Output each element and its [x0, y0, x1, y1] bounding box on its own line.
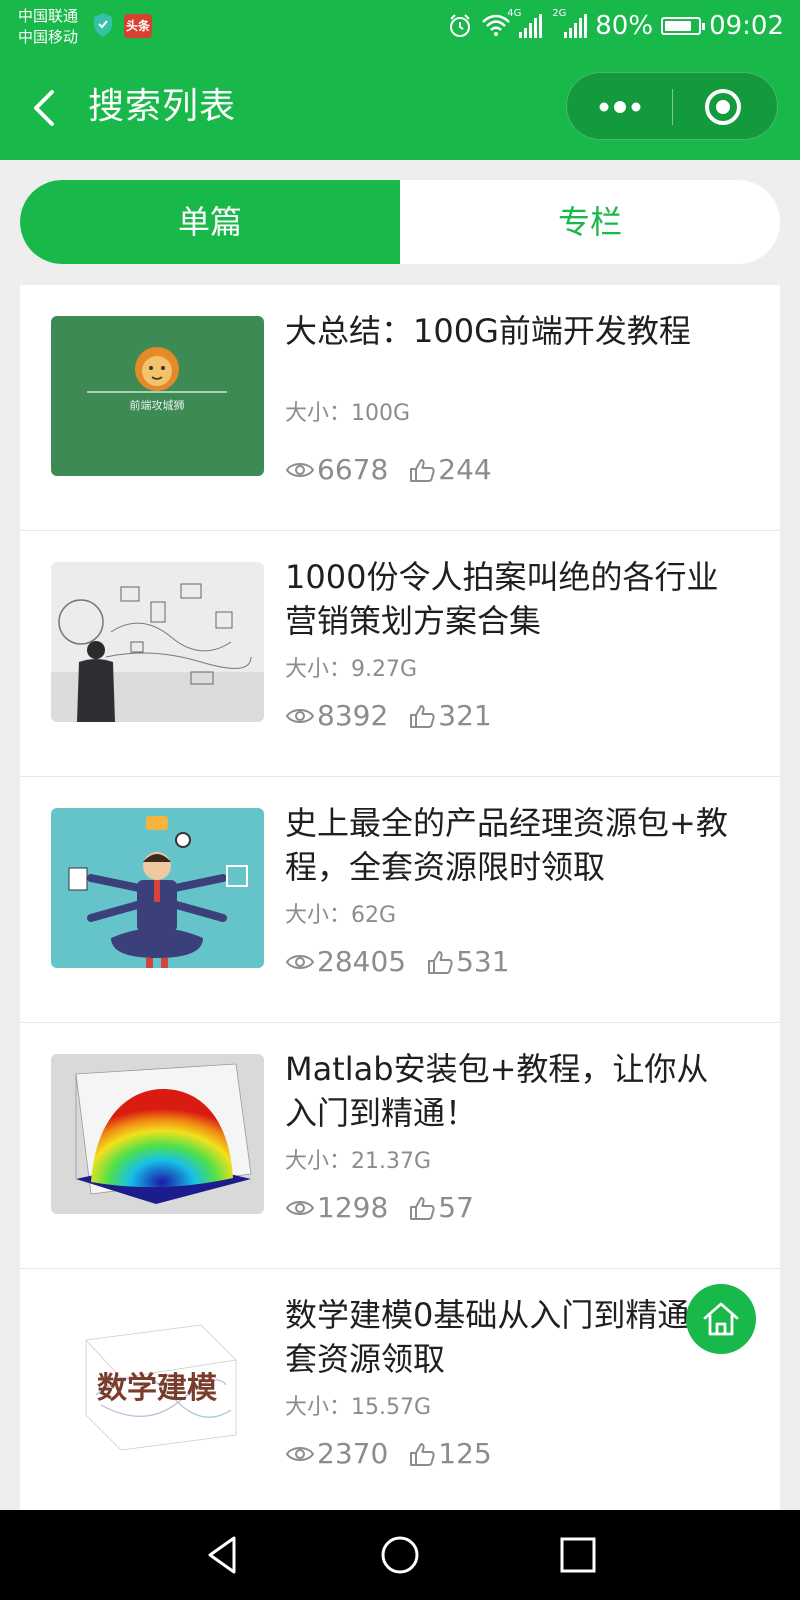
like-count: 57	[408, 1191, 474, 1224]
item-thumbnail	[51, 1054, 264, 1214]
view-count-value: 1298	[317, 1191, 389, 1224]
like-count-value: 57	[438, 1191, 474, 1224]
item-stats: 2370 125	[285, 1437, 512, 1470]
item-thumbnail	[51, 808, 264, 968]
capsule-divider	[672, 89, 673, 125]
view-count: 2370	[285, 1437, 388, 1470]
item-size: 大小：62G	[285, 903, 397, 928]
home-button[interactable]	[686, 1284, 756, 1354]
signal-2g-icon: 2G	[552, 8, 588, 38]
item-thumbnail	[51, 562, 264, 722]
like-count-value: 244	[438, 453, 492, 486]
thumbnail-caption: 数学建模	[97, 1371, 217, 1406]
battery-icon	[661, 17, 706, 35]
home-icon	[703, 1302, 739, 1336]
item-title: 大总结：100G前端开发教程	[285, 312, 691, 350]
segment-tabs: 单篇 专栏	[20, 180, 780, 264]
nav-bar: 搜索列表	[0, 58, 800, 158]
list-item[interactable]: 1000份令人拍案叫绝的各行业营销策划方案合集 大小：9.27G 8392 32…	[20, 531, 780, 777]
item-thumbnail: 前端攻城狮	[51, 316, 264, 476]
carrier-2: 中国移动	[18, 28, 79, 46]
carrier-labels: 中国联通 中国移动	[18, 6, 78, 48]
item-stats: 1298 57	[285, 1191, 494, 1224]
view-count: 8392	[285, 699, 388, 732]
view-count-value: 8392	[317, 699, 389, 732]
chevron-left-icon[interactable]	[28, 86, 64, 130]
item-title: 1000份令人拍案叫绝的各行业营销策划方案合集	[285, 558, 719, 640]
item-stats: 28405 531	[285, 945, 530, 978]
like-count-value: 125	[438, 1437, 492, 1470]
clock-time: 09:02	[709, 11, 784, 41]
eye-icon	[285, 954, 315, 969]
view-count-value: 28405	[317, 945, 407, 978]
like-count: 321	[408, 699, 492, 732]
eye-icon	[285, 462, 315, 477]
thumbnail-caption: 前端攻城狮	[130, 398, 185, 412]
item-size: 大小：100G	[285, 401, 411, 426]
lion-logo-thumbnail: 前端攻城狮	[51, 316, 264, 476]
battery-fill	[665, 21, 692, 31]
status-bar: 中国联通 中国移动 头条 4G 2G 80% 09:02	[0, 0, 800, 55]
tab-single[interactable]: 单篇	[20, 180, 400, 264]
view-count: 1298	[285, 1191, 388, 1224]
list-item[interactable]: 前端攻城狮 大总结：100G前端开发教程 大小：100G 6678 244	[20, 285, 780, 531]
system-nav-bar	[0, 1510, 800, 1600]
eye-icon	[285, 1200, 315, 1215]
item-stats: 8392 321	[285, 699, 512, 732]
target-icon[interactable]	[703, 87, 743, 127]
item-title: 数学建模0基础从入门到精通全套资源领取	[285, 1296, 722, 1378]
back-triangle-icon[interactable]	[200, 1532, 246, 1578]
page-title: 搜索列表	[88, 86, 237, 127]
businessman-sketch-thumbnail	[51, 562, 264, 722]
status-right: 4G 2G 80% 09:02	[447, 8, 784, 44]
list-item[interactable]: Matlab安装包+教程，让你从入门到精通！ 大小：21.37G 1298 57	[20, 1023, 780, 1269]
like-count: 125	[408, 1437, 492, 1470]
mini-program-capsule	[566, 72, 778, 140]
item-title: 史上最全的产品经理资源包+教程，全套资源限时领取	[285, 804, 728, 886]
network-type-1: 4G	[507, 8, 522, 19]
view-count-value: 2370	[317, 1437, 389, 1470]
math-modeling-thumbnail: 数学建模	[51, 1300, 264, 1460]
thumbs-up-icon	[410, 458, 435, 482]
carrier-1: 中国联通	[18, 7, 79, 25]
header-area: 中国联通 中国移动 头条 4G 2G 80% 09:02 搜索列表	[0, 0, 800, 160]
battery-percent: 80%	[595, 11, 654, 41]
view-count: 6678	[285, 453, 388, 486]
item-size: 大小：21.37G	[285, 1149, 432, 1174]
thumbs-up-icon	[410, 1442, 435, 1466]
signal-4g-icon: 4G	[507, 8, 543, 38]
list-item[interactable]: 史上最全的产品经理资源包+教程，全套资源限时领取 大小：62G 28405 53…	[20, 777, 780, 1023]
like-count-value: 321	[438, 699, 492, 732]
more-dots-icon[interactable]	[595, 95, 645, 119]
item-thumbnail: 数学建模	[51, 1300, 264, 1460]
like-count: 244	[408, 453, 492, 486]
view-count: 28405	[285, 945, 406, 978]
list-item[interactable]: 数学建模 数学建模0基础从入门到精通全套资源领取 大小：15.57G 2370 …	[20, 1269, 780, 1510]
eye-icon	[285, 1446, 315, 1461]
toutiao-icon: 头条	[124, 14, 152, 38]
item-stats: 6678 244	[285, 453, 512, 486]
like-count: 531	[426, 945, 510, 978]
thumbs-up-icon	[428, 950, 453, 974]
item-size: 大小：15.57G	[285, 1395, 432, 1420]
view-count-value: 6678	[317, 453, 389, 486]
matlab-surface-plot-thumbnail	[51, 1054, 264, 1214]
thumbs-up-icon	[410, 704, 435, 728]
like-count-value: 531	[456, 945, 510, 978]
product-manager-thumbnail	[51, 808, 264, 968]
item-title: Matlab安装包+教程，让你从入门到精通！	[285, 1050, 709, 1132]
recents-square-icon[interactable]	[555, 1532, 601, 1578]
result-list: 前端攻城狮 大总结：100G前端开发教程 大小：100G 6678 244 10…	[20, 285, 780, 1510]
tab-column[interactable]: 专栏	[400, 180, 780, 264]
eye-icon	[285, 708, 315, 723]
item-size: 大小：9.27G	[285, 657, 418, 682]
thumbs-up-icon	[410, 1196, 435, 1220]
home-circle-icon[interactable]	[377, 1532, 423, 1578]
network-type-2: 2G	[552, 8, 567, 19]
shield-icon	[94, 13, 112, 37]
alarm-icon	[450, 14, 471, 37]
